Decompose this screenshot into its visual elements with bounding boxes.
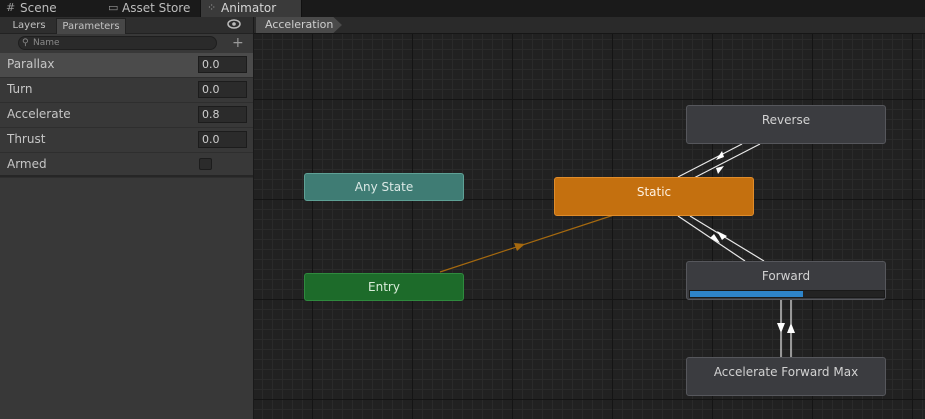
state-label: Reverse (761, 113, 811, 127)
eye-icon[interactable] (227, 18, 241, 30)
parameter-list: Parallax 0.0 Turn 0.0 Accelerate 0.8 Thr… (0, 53, 253, 178)
state-any-state[interactable]: Any State (304, 173, 464, 201)
tab-layers[interactable]: Layers (4, 18, 54, 33)
tab-scene-label: Scene (20, 1, 57, 15)
state-label: Any State (354, 180, 414, 194)
grid-icon: # (6, 1, 16, 14)
tab-animator[interactable]: ⁘ Animator (200, 0, 302, 17)
search-input[interactable]: ⚲ Name (18, 36, 217, 50)
state-label: Static (636, 185, 672, 199)
breadcrumb-bar: Acceleration (254, 17, 925, 34)
animator-icon: ⁘ (207, 1, 217, 14)
parameter-value-field[interactable]: 0.0 (198, 56, 247, 73)
parameter-row[interactable]: Accelerate 0.8 (0, 103, 253, 128)
parameter-name: Accelerate (7, 107, 71, 121)
tab-animator-label: Animator (221, 1, 277, 15)
parameter-value-field[interactable]: 0.0 (198, 131, 247, 148)
parameter-name: Armed (7, 157, 47, 171)
tab-scene[interactable]: # Scene (0, 0, 114, 17)
tab-parameters[interactable]: Parameters (56, 18, 126, 34)
breadcrumb[interactable]: Acceleration (256, 17, 342, 33)
search-placeholder: Name (33, 38, 60, 48)
state-accelerate-forward-max[interactable]: Accelerate Forward Max (686, 357, 886, 396)
state-reverse[interactable]: Reverse (686, 105, 886, 144)
parameter-name: Parallax (7, 57, 55, 71)
parameter-search-row: ⚲ Name + (0, 34, 253, 52)
state-static[interactable]: Static (554, 177, 754, 216)
search-icon: ⚲ (22, 38, 29, 48)
parameter-checkbox[interactable] (199, 158, 212, 170)
state-entry[interactable]: Entry (304, 273, 464, 301)
parameter-name: Turn (7, 82, 33, 96)
parameter-row[interactable]: Parallax 0.0 (0, 53, 253, 78)
state-progress-fill (690, 291, 803, 297)
panel-divider (0, 175, 253, 177)
state-label: Entry (368, 280, 400, 294)
window-tab-bar: # Scene ▭ Asset Store ⁘ Animator (0, 0, 925, 18)
tab-asset-store-label: Asset Store (122, 1, 191, 15)
state-progress-bar (689, 290, 885, 298)
parameters-panel: Layers Parameters ⚲ Name + Parallax 0.0 … (0, 17, 254, 419)
parameter-value-field[interactable]: 0.8 (198, 106, 247, 123)
store-icon: ▭ (108, 1, 119, 14)
parameter-value-field[interactable]: 0.0 (198, 81, 247, 98)
parameter-row[interactable]: Turn 0.0 (0, 78, 253, 103)
parameter-row[interactable]: Thrust 0.0 (0, 128, 253, 153)
parameter-name: Thrust (7, 132, 46, 146)
state-label: Accelerate Forward Max (713, 365, 859, 379)
add-parameter-button[interactable]: + (232, 34, 244, 52)
tab-asset-store[interactable]: ▭ Asset Store (102, 0, 212, 17)
state-label: Forward (761, 269, 811, 283)
state-forward[interactable]: Forward (686, 261, 886, 300)
panel-subtabs: Layers Parameters (0, 17, 253, 34)
